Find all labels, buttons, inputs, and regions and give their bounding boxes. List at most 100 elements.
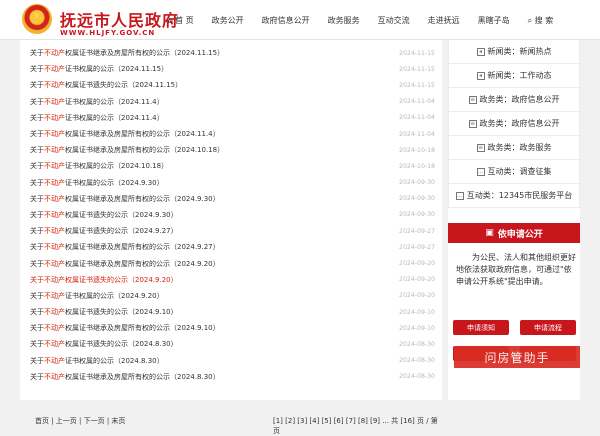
list-item-date: 2024-09-10: [399, 308, 435, 316]
sidebar-menu: ◂ 新闻类：新闻热点 ◂ 新闻类：工作动态 ≡ 政务类：政府信息公开 ≡ 政务类：政府信…: [448, 40, 580, 208]
sidebar-item-gov-services[interactable]: ≡ 政务类：政务服务: [448, 136, 580, 160]
apply-notice-button[interactable]: 申请须知: [453, 320, 509, 335]
list-item-title: 关于不动产证书权属的公示（2024.8.30）: [30, 356, 164, 365]
nav-about-fuyuan[interactable]: 走进抚远: [428, 15, 460, 26]
list-item-date: 2024-10-18: [399, 162, 435, 170]
list-item-title: 关于不动产权属证书遗失的公示（2024.9.30）: [30, 210, 178, 219]
list-item[interactable]: 关于不动产权属证书继承及房屋所有权的公示（2024.10.18） 2024-10-…: [30, 142, 435, 158]
list-item-date: 2024-10-18: [399, 146, 435, 154]
nav-government-info[interactable]: 政府信息公开: [262, 15, 310, 26]
list-item-title: 关于不动产权属证书继承及房屋所有权的公示（2024.9.10）: [30, 324, 220, 333]
list-item-date: 2024-11-04: [399, 130, 435, 138]
sidebar-item-survey[interactable]: … 互动类：调查征集: [448, 160, 580, 184]
list-item-date: 2024-09-20: [399, 276, 435, 284]
pagination-pages[interactable]: [1] [2] [3] [4] [5] [6] [7] [8] [9] ... …: [273, 416, 442, 436]
apply-icon: ▣: [485, 228, 494, 238]
list-item-date: 2024-09-30: [399, 211, 435, 219]
site-title[interactable]: 抚远市人民政府: [60, 7, 179, 31]
apply-process-button[interactable]: 申请流程: [520, 320, 576, 335]
document-icon: ≡: [468, 119, 477, 128]
list-item[interactable]: 关于不动产权属证书继承及房屋所有权的公示（2024.9.10） 2024-09-1…: [30, 320, 435, 336]
apply-public-description: 为公民、法人和其他组织更好地依法获取政府信息，可通过"依申请公开系统"提出申请。: [456, 253, 576, 286]
list-item-date: 2024-09-30: [399, 179, 435, 187]
list-item[interactable]: 关于不动产证书权属的公示（2024.11.4） 2024-11-04: [30, 110, 435, 126]
list-item-title: 关于不动产证书权属的公示（2024.10.18）: [30, 162, 169, 171]
list-item-date: 2024-09-20: [399, 292, 435, 300]
list-item-date: 2024-09-30: [399, 195, 435, 203]
nav-search[interactable]: ⌕ 搜 索: [528, 15, 554, 26]
list-item-date: 2024-08-30: [399, 340, 435, 348]
nav-interaction[interactable]: 互动交流: [378, 15, 410, 26]
list-item-title: 关于不动产权属证书遗失的公示（2024.9.27）: [30, 227, 178, 236]
list-item-date: 2024-09-10: [399, 324, 435, 332]
national-emblem-icon: [22, 4, 52, 34]
chat-icon: …: [455, 191, 464, 200]
list-item-title: 关于不动产权属证书遗失的公示（2024.8.30）: [30, 340, 178, 349]
list-item[interactable]: 关于不动产证书权属的公示（2024.11.4） 2024-11-04: [30, 94, 435, 110]
megaphone-icon: ◂: [476, 71, 485, 80]
list-item-date: 2024-11-15: [399, 65, 435, 73]
list-item-date: 2024-09-27: [399, 243, 435, 251]
list-item-date: 2024-11-04: [399, 98, 435, 106]
main-nav: ⌂ 首 页 政务公开 政府信息公开 政务服务 互动交流 走进抚远 黑瞎子岛 ⌕ 搜…: [168, 15, 571, 26]
megaphone-icon: ◂: [476, 47, 485, 56]
list-item-title: 关于不动产权属证书遗失的公示（2024.9.10）: [30, 308, 178, 317]
pagination-links[interactable]: 首页 | 上一页 | 下一页 | 末页: [35, 416, 125, 426]
list-item[interactable]: 关于不动产权属证书继承及房屋所有权的公示（2024.9.30） 2024-09-3…: [30, 191, 435, 207]
list-item[interactable]: 关于不动产权属证书继承及房屋所有权的公示（2024.8.30） 2024-08-3…: [30, 369, 435, 385]
list-item-title: 关于不动产权属证书遗失的公示（2024.11.15）: [30, 81, 183, 90]
list-item-title: 关于不动产证书权属的公示（2024.11.4）: [30, 97, 164, 106]
home-icon: ⌂: [168, 16, 174, 25]
list-item[interactable]: 关于不动产证书权属的公示（2024.9.30） 2024-09-30: [30, 175, 435, 191]
list-item-title: 关于不动产权属证书继承及房屋所有权的公示（2024.11.4）: [30, 130, 220, 139]
list-item-date: 2024-11-04: [399, 114, 435, 122]
list-item-title: 关于不动产权属证书继承及房屋所有权的公示（2024.8.30）: [30, 372, 220, 381]
document-icon: ≡: [476, 143, 485, 152]
list-item-date: 2024-11-15: [399, 81, 435, 89]
list-item[interactable]: 关于不动产权属证书继承及房屋所有权的公示（2024.11.15） 2024-11-…: [30, 45, 435, 61]
list-item[interactable]: 关于不动产权属证书遗失的公示（2024.9.30） 2024-09-30: [30, 207, 435, 223]
chat-icon: …: [476, 167, 485, 176]
list-item[interactable]: 关于不动产权属证书继承及房屋所有权的公示（2024.9.27） 2024-09-2…: [30, 239, 435, 255]
nav-heixiazi-island[interactable]: 黑瞎子岛: [478, 15, 510, 26]
list-item-title: 关于不动产权属证书继承及房屋所有权的公示（2024.9.20）: [30, 259, 220, 268]
sidebar-item-12345[interactable]: … 互动类：12345市民服务平台: [448, 184, 580, 208]
sidebar-item-gov-info[interactable]: ≡ 政务类：政府信息公开: [448, 88, 580, 112]
nav-government-services[interactable]: 政务服务: [328, 15, 360, 26]
list-item[interactable]: 关于不动产证书权属的公示（2024.9.20） 2024-09-20: [30, 288, 435, 304]
list-item-title: 关于不动产权属证书继承及房屋所有权的公示（2024.9.30）: [30, 194, 220, 203]
list-item[interactable]: 关于不动产权属证书遗失的公示（2024.9.27） 2024-09-27: [30, 223, 435, 239]
list-item-title: 关于不动产证书权属的公示（2024.11.4）: [30, 113, 164, 122]
list-item-date: 2024-09-20: [399, 260, 435, 268]
list-item-title: 关于不动产权属证书继承及房屋所有权的公示（2024.9.27）: [30, 243, 220, 252]
list-item-title: 关于不动产权属证书遗失的公示（2024.9.20）: [30, 275, 178, 284]
list-item-date: 2024-09-27: [399, 227, 435, 235]
sidebar-item-news-hot[interactable]: ◂ 新闻类：新闻热点: [448, 40, 580, 64]
list-item[interactable]: 关于不动产权属证书遗失的公示（2024.8.30） 2024-08-30: [30, 336, 435, 352]
list-item-title: 关于不动产证书权属的公示（2024.11.15）: [30, 65, 169, 74]
list-item-date: 2024-08-30: [399, 357, 435, 365]
sidebar-item-work-news[interactable]: ◂ 新闻类：工作动态: [448, 64, 580, 88]
sidebar-item-gov-info-2[interactable]: ≡ 政务类：政府信息公开: [448, 112, 580, 136]
list-item-title: 关于不动产证书权属的公示（2024.9.30）: [30, 178, 164, 187]
list-item[interactable]: 关于不动产证书权属的公示（2024.10.18） 2024-10-18: [30, 158, 435, 174]
watermark-badge: 问房管助手: [454, 346, 580, 368]
list-item-title: 关于不动产证书权属的公示（2024.9.20）: [30, 291, 164, 300]
apply-public-header[interactable]: ▣ 依申请公开: [448, 223, 580, 243]
document-icon: ≡: [468, 95, 477, 104]
list-item[interactable]: 关于不动产证书权属的公示（2024.8.30） 2024-08-30: [30, 353, 435, 369]
list-item[interactable]: 关于不动产权属证书遗失的公示（2024.9.20） 2024-09-20: [30, 272, 435, 288]
list-item-title: 关于不动产权属证书继承及房屋所有权的公示（2024.11.15）: [30, 49, 225, 58]
list-item[interactable]: 关于不动产证书权属的公示（2024.11.15） 2024-11-15: [30, 61, 435, 77]
nav-public-affairs[interactable]: 政务公开: [212, 15, 244, 26]
list-item[interactable]: 关于不动产权属证书继承及房屋所有权的公示（2024.9.20） 2024-09-2…: [30, 255, 435, 271]
list-item[interactable]: 关于不动产权属证书遗失的公示（2024.11.15） 2024-11-15: [30, 77, 435, 93]
nav-home[interactable]: ⌂ 首 页: [168, 15, 194, 26]
search-icon: ⌕: [527, 16, 535, 25]
list-item-title: 关于不动产权属证书继承及房屋所有权的公示（2024.10.18）: [30, 146, 225, 155]
list-item-date: 2024-11-15: [399, 49, 435, 57]
article-list-panel: 关于不动产权属证书继承及房屋所有权的公示（2024.11.15） 2024-11-…: [20, 40, 442, 435]
site-url: WWW.HLJFY.GOV.CN: [60, 29, 156, 37]
list-item[interactable]: 关于不动产权属证书遗失的公示（2024.9.10） 2024-09-10: [30, 304, 435, 320]
list-item[interactable]: 关于不动产权属证书继承及房屋所有权的公示（2024.11.4） 2024-11-0…: [30, 126, 435, 142]
